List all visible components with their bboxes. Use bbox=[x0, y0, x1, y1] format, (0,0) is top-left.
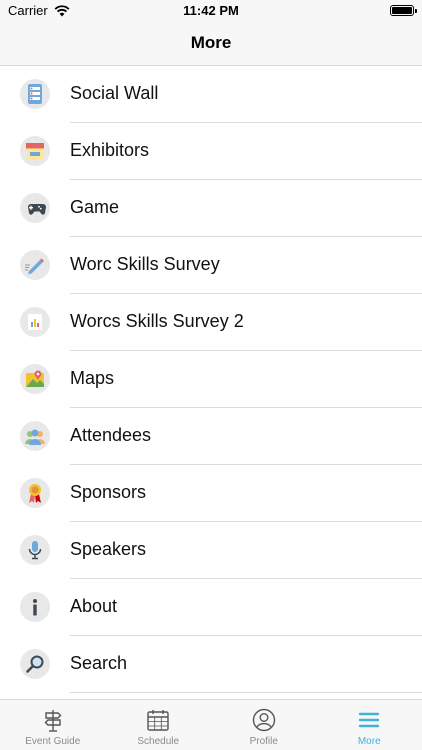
tab-schedule[interactable]: Schedule bbox=[106, 700, 212, 750]
page-title: More bbox=[190, 33, 232, 52]
pencil-icon bbox=[20, 250, 50, 280]
battery-icon bbox=[390, 5, 417, 16]
bar-chart-icon bbox=[20, 307, 50, 337]
menu-item-worcs-skills-survey-2[interactable]: Worcs Skills Survey 2 bbox=[0, 294, 422, 351]
tab-label: Profile bbox=[249, 736, 278, 747]
status-time: 11:42 PM bbox=[183, 3, 239, 18]
microphone-icon bbox=[20, 535, 50, 565]
menu-item-label: About bbox=[70, 596, 118, 616]
tab-label: More bbox=[357, 736, 381, 747]
menu-item-label: Attendees bbox=[70, 425, 152, 445]
menu-item-label: Maps bbox=[70, 368, 115, 388]
tab-event-guide[interactable]: Event Guide bbox=[0, 700, 106, 750]
menu-item-label: Worcs Skills Survey 2 bbox=[70, 311, 244, 331]
attendees-icon bbox=[20, 421, 50, 451]
social-wall-icon bbox=[20, 79, 50, 109]
menu-item-attendees[interactable]: Attendees bbox=[0, 408, 422, 465]
navigation-bar: More bbox=[0, 22, 422, 66]
hamburger-menu-icon bbox=[356, 707, 382, 733]
menu-item-label: Sponsors bbox=[70, 482, 147, 502]
signpost-icon bbox=[40, 707, 66, 733]
award-ribbon-icon bbox=[20, 478, 50, 508]
info-icon bbox=[20, 592, 50, 622]
menu-item-label: Exhibitors bbox=[70, 140, 150, 160]
tab-label: Schedule bbox=[137, 736, 180, 747]
menu-item-label: Search bbox=[70, 653, 128, 673]
menu-item-sponsors[interactable]: Sponsors bbox=[0, 465, 422, 522]
search-icon bbox=[20, 649, 50, 679]
menu-item-about[interactable]: About bbox=[0, 579, 422, 636]
gamepad-icon bbox=[20, 193, 50, 223]
menu-item-exhibitors[interactable]: Exhibitors bbox=[0, 123, 422, 180]
menu-item-speakers[interactable]: Speakers bbox=[0, 522, 422, 579]
map-icon bbox=[20, 364, 50, 394]
tab-profile[interactable]: Profile bbox=[211, 700, 317, 750]
menu-item-game[interactable]: Game bbox=[0, 180, 422, 237]
menu-item-search[interactable]: Search bbox=[0, 636, 422, 693]
status-bar: Carrier 11:42 PM bbox=[0, 0, 422, 22]
tab-label: Event Guide bbox=[25, 736, 81, 747]
menu-item-label: Social Wall bbox=[70, 83, 159, 103]
exhibitors-booth-icon bbox=[20, 136, 50, 166]
tab-bar: Event Guide Schedule Profile More bbox=[0, 699, 422, 750]
divider bbox=[70, 692, 422, 693]
menu-item-label: Worc Skills Survey bbox=[70, 254, 220, 274]
tab-more[interactable]: More bbox=[317, 700, 422, 750]
menu-item-label: Game bbox=[70, 197, 120, 217]
menu-item-worc-skills-survey[interactable]: Worc Skills Survey bbox=[0, 237, 422, 294]
menu-item-social-wall[interactable]: Social Wall bbox=[0, 66, 422, 123]
menu-item-label: Speakers bbox=[70, 539, 147, 559]
calendar-icon bbox=[145, 707, 171, 733]
profile-icon bbox=[251, 707, 277, 733]
menu-item-maps[interactable]: Maps bbox=[0, 351, 422, 408]
more-menu-list: Social Wall Exhibitors Game Worc Skills … bbox=[0, 66, 422, 699]
